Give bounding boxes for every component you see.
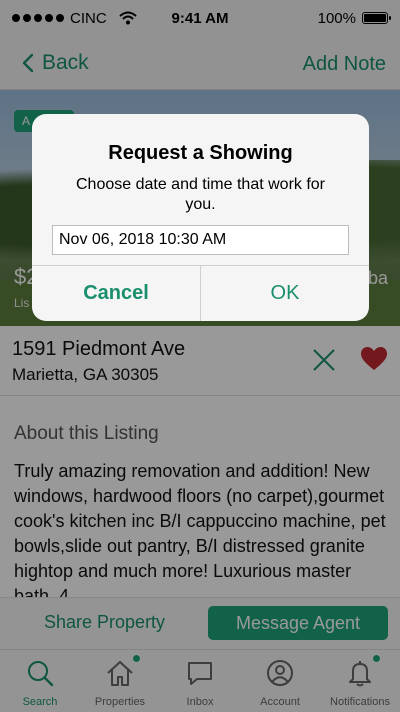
request-showing-dialog: Request a Showing Choose date and time t… <box>32 114 369 321</box>
modal-overlay[interactable] <box>0 0 400 712</box>
ok-button[interactable]: OK <box>201 266 369 321</box>
dialog-message: Choose date and time that work for you. <box>75 176 326 213</box>
cancel-button[interactable]: Cancel <box>32 266 201 321</box>
dialog-buttons: Cancel OK <box>32 265 369 321</box>
dialog-title: Request a Showing <box>108 142 293 164</box>
datetime-input[interactable] <box>52 225 349 255</box>
